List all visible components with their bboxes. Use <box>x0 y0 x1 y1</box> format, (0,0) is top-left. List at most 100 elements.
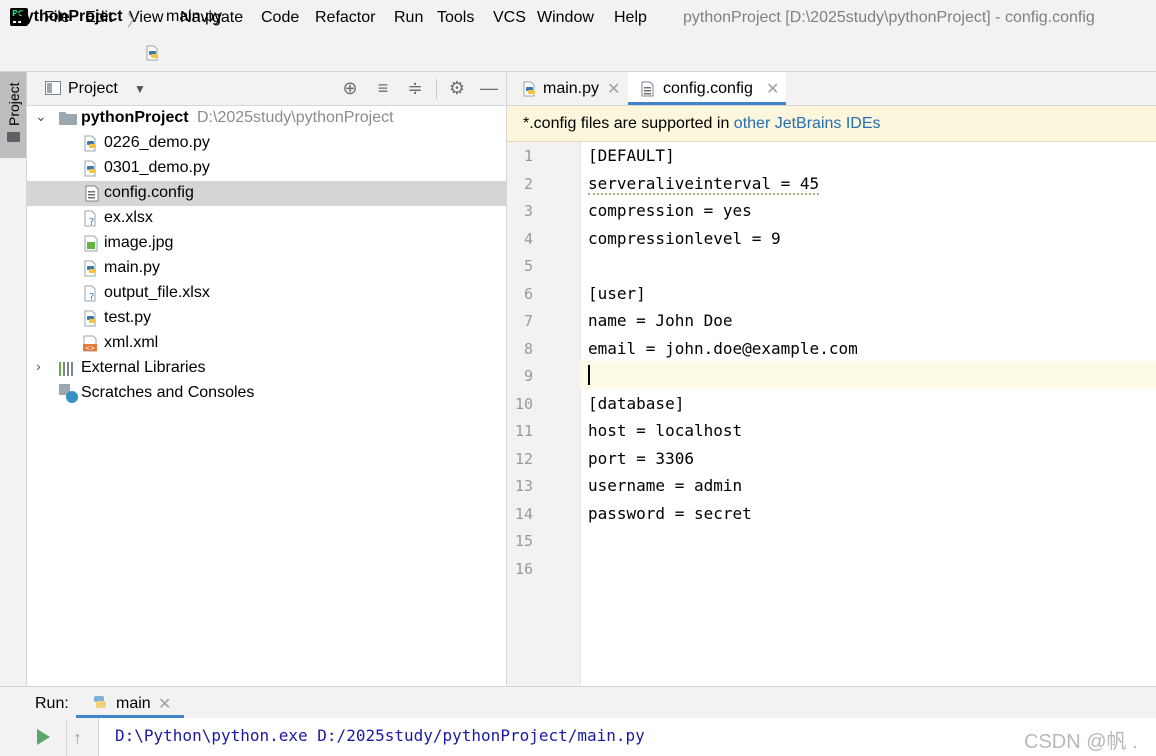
svg-text:?: ? <box>89 292 94 302</box>
locate-target-icon[interactable]: ⊕ <box>340 78 360 98</box>
editor-tab-bar <box>507 72 1156 106</box>
text-file-icon <box>85 185 99 202</box>
banner-message: *.config files are supported in other Je… <box>523 115 881 133</box>
python-file-icon <box>84 160 96 177</box>
tree-file-label[interactable]: xml.xml <box>104 334 158 352</box>
code-line[interactable]: port = 3306 <box>588 449 694 468</box>
library-icon <box>59 362 73 376</box>
line-number: 8 <box>523 340 533 358</box>
unknown-file-icon: ? <box>84 210 96 227</box>
tree-file-label[interactable]: output_file.xlsx <box>104 284 210 302</box>
python-icon <box>94 696 106 708</box>
banner-link[interactable]: other JetBrains IDEs <box>734 115 881 132</box>
tree-file-label[interactable]: 0301_demo.py <box>104 159 210 177</box>
toolbar-divider <box>436 79 437 99</box>
project-view-icon <box>45 81 61 95</box>
scratches-icon <box>59 384 78 403</box>
unknown-file-icon: ? <box>84 285 96 302</box>
line-number: 4 <box>523 230 533 248</box>
tree-file-label[interactable]: ex.xlsx <box>104 209 153 227</box>
chevron-down-icon[interactable]: ⌄ <box>35 108 47 125</box>
python-file-icon <box>84 135 96 152</box>
chevron-right-icon[interactable]: › <box>36 358 41 374</box>
line-number: 1 <box>523 147 533 165</box>
run-tab-label[interactable]: main <box>116 695 151 713</box>
svg-text:?: ? <box>89 217 94 227</box>
menu-window[interactable]: Window <box>537 9 594 27</box>
tree-file-label[interactable]: 0226_demo.py <box>104 134 210 152</box>
line-number: 11 <box>514 422 533 440</box>
close-icon[interactable]: ✕ <box>158 694 171 714</box>
tree-file-label[interactable]: main.py <box>104 259 160 277</box>
text-caret <box>588 365 590 385</box>
line-number: 7 <box>523 312 533 330</box>
menu-code[interactable]: Code <box>261 9 299 27</box>
code-line[interactable]: compressionlevel = 9 <box>588 229 781 248</box>
code-line[interactable]: name = John Doe <box>588 311 733 330</box>
current-line-highlight <box>580 361 1156 389</box>
code-line[interactable]: serveraliveinterval = 45 <box>588 174 820 195</box>
line-number: 16 <box>514 560 533 578</box>
gear-icon[interactable]: ⚙ <box>447 78 467 98</box>
image-file-icon <box>84 235 98 252</box>
menu-refactor[interactable]: Refactor <box>315 9 375 27</box>
expand-all-icon[interactable]: ≡ <box>373 78 393 98</box>
svg-text:<>: <> <box>85 345 95 352</box>
line-number: 10 <box>514 395 533 413</box>
toolbar-divider <box>66 719 67 756</box>
window-title: pythonProject [D:\2025study\pythonProjec… <box>683 9 1095 26</box>
python-file-icon <box>84 260 96 277</box>
menu-help[interactable]: Help <box>614 9 647 27</box>
code-line[interactable]: [DEFAULT] <box>588 146 675 165</box>
code-line[interactable]: [database] <box>588 394 684 413</box>
python-file-icon <box>146 45 158 61</box>
run-play-icon[interactable] <box>37 729 50 745</box>
tree-file-label[interactable]: config.config <box>104 184 194 202</box>
console-output: D:\Python\python.exe D:/2025study/python… <box>115 726 645 745</box>
banner-text: *.config files are supported in <box>523 115 734 132</box>
tree-scratches[interactable]: Scratches and Consoles <box>81 384 254 402</box>
line-number: 5 <box>523 257 533 275</box>
python-file-icon <box>84 310 96 327</box>
line-number: 3 <box>523 202 533 220</box>
code-line[interactable]: compression = yes <box>588 201 752 220</box>
navigation-bar <box>0 36 1156 72</box>
breadcrumb-project[interactable]: pythonProject <box>15 8 123 26</box>
menu-vcs[interactable]: VCS <box>493 9 526 27</box>
stripe-project-label[interactable]: Project <box>6 82 22 126</box>
folder-icon <box>7 132 20 142</box>
python-file-icon <box>523 81 535 97</box>
code-line[interactable]: [user] <box>588 284 646 303</box>
line-number: 6 <box>523 285 533 303</box>
menu-run[interactable]: Run <box>394 9 423 27</box>
tree-root-name[interactable]: pythonProject <box>81 109 189 127</box>
line-number: 15 <box>514 532 533 550</box>
code-line[interactable]: host = localhost <box>588 421 742 440</box>
left-tool-stripe <box>0 72 27 686</box>
breadcrumb-file[interactable]: main.py <box>166 8 222 26</box>
code-line[interactable]: username = admin <box>588 476 742 495</box>
tab-main-py[interactable]: main.py <box>543 80 599 98</box>
line-number: 12 <box>514 450 533 468</box>
line-number: 9 <box>523 367 533 385</box>
line-number-gutter <box>507 142 581 686</box>
menu-tools[interactable]: Tools <box>437 9 474 27</box>
tree-external-libraries[interactable]: External Libraries <box>81 359 206 377</box>
tab-config-config[interactable]: config.config <box>663 80 753 98</box>
text-file-icon <box>641 81 654 97</box>
project-panel-title[interactable]: Project <box>68 80 118 98</box>
close-icon[interactable]: ✕ <box>766 79 779 99</box>
tree-file-label[interactable]: image.jpg <box>104 234 173 252</box>
tree-row[interactable] <box>27 331 506 356</box>
code-line[interactable]: email = john.doe@example.com <box>588 339 858 358</box>
line-number: 14 <box>514 505 533 523</box>
minimize-icon[interactable]: — <box>479 78 499 98</box>
collapse-all-icon[interactable]: ≑ <box>405 78 425 98</box>
tree-root-path: D:\2025study\pythonProject <box>197 109 394 126</box>
close-icon[interactable]: ✕ <box>607 79 620 99</box>
chevron-down-icon[interactable]: ▼ <box>134 82 146 96</box>
tree-file-label[interactable]: test.py <box>104 309 151 327</box>
code-line[interactable]: password = secret <box>588 504 752 523</box>
watermark: CSDN @帆 . <box>1024 731 1138 753</box>
arrow-up-icon[interactable]: ↑ <box>73 728 82 749</box>
